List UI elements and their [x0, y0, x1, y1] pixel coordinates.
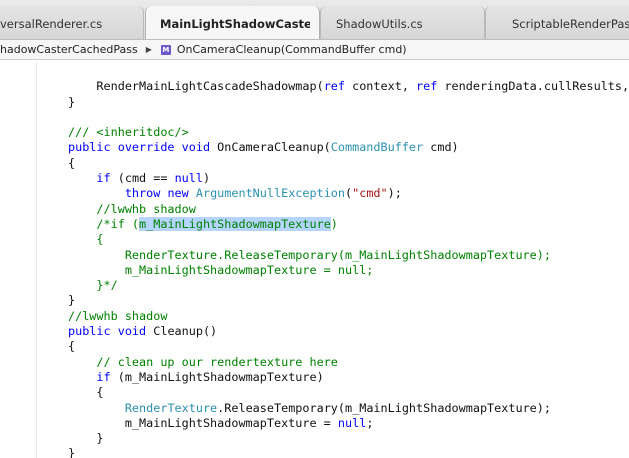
gutter-divider [36, 61, 37, 458]
code-line[interactable]: public override void OnCameraCleanup(Com… [68, 140, 629, 155]
code-token: Cleanup() [146, 324, 218, 339]
code-token: /*if ( [68, 216, 140, 231]
code-line[interactable]: RenderTexture.ReleaseTemporary(m_MainLig… [68, 248, 629, 263]
code-line[interactable]: //lwwhb shadow [68, 309, 629, 324]
code-line[interactable]: throw new ArgumentNullException("cmd"); [68, 186, 629, 201]
code-line[interactable]: if (m_MainLightShadowmapTexture) [68, 370, 629, 385]
code-token: } [68, 446, 76, 458]
code-token: // clean up our rendertexture here [68, 354, 338, 369]
code-line[interactable]: RenderMainLightCascadeShadowmap(ref cont… [68, 79, 629, 94]
code-token: RenderTexture.ReleaseTemporary(m_MainLig… [68, 247, 551, 262]
code-line[interactable]: /*if (m_MainLightShadowmapTexture) [68, 216, 629, 232]
code-token: public override void [68, 140, 211, 155]
tab-shadow-utils[interactable]: ShadowUtils.cs [336, 8, 476, 39]
code-token: { [68, 232, 104, 247]
code-line[interactable]: // clean up our rendertexture here [68, 355, 629, 370]
chevron-right-icon: ▶ [145, 45, 152, 54]
code-token: if [96, 171, 111, 186]
code-line[interactable] [68, 110, 629, 125]
tab-label: ShadowUtils.cs [336, 17, 423, 31]
code-token: RenderMainLightCascadeShadowmap( [68, 79, 324, 94]
code-token: ref [323, 79, 345, 94]
code-token: } [68, 431, 104, 446]
code-token: (m_MainLightShadowmapTexture) [110, 369, 324, 384]
code-token: ArgumentNullException [195, 186, 346, 201]
code-line[interactable]: { [68, 339, 629, 354]
code-line[interactable]: }*/ [68, 278, 629, 293]
code-line[interactable]: if (cmd == null) [68, 171, 629, 186]
code-token: public void [68, 324, 147, 339]
code-token: } [68, 293, 76, 308]
code-token: { [68, 385, 104, 400]
code-text[interactable]: RenderMainLightCascadeShadowmap(ref cont… [68, 64, 629, 458]
code-token: { [68, 339, 76, 354]
code-line[interactable]: /// <inheritdoc/> [68, 125, 629, 140]
code-token: m_MainLightShadowmapTexture = null; [68, 262, 374, 277]
code-token: { [68, 155, 76, 170]
code-token: ; [366, 415, 374, 430]
code-token: OnCameraCleanup( [210, 140, 331, 155]
code-token: .ReleaseTemporary(m_MainLightShadowmapTe… [217, 400, 551, 415]
code-line[interactable]: public void Cleanup() [68, 324, 629, 339]
code-token: RenderTexture [124, 400, 218, 415]
code-token: }*/ [68, 278, 118, 293]
code-token: ) [202, 171, 211, 186]
editor-tab-bar: versalRenderer.cs MainLightShadowCasterC… [0, 0, 629, 40]
code-token: } [68, 94, 76, 109]
code-line[interactable]: } [68, 431, 629, 446]
code-line[interactable]: { [68, 385, 629, 400]
tab-scriptable-render-pass[interactable]: ScriptableRenderPass. [512, 8, 629, 39]
code-token: ) [330, 216, 338, 231]
code-line[interactable]: m_MainLightShadowmapTexture = null; [68, 263, 629, 278]
tab-universal-renderer[interactable]: versalRenderer.cs [0, 8, 140, 39]
code-token: if [96, 369, 111, 384]
breadcrumb-method[interactable]: OnCameraCleanup(CommandBuffer cmd) [177, 43, 407, 56]
code-token: cmd) [423, 140, 459, 155]
selected-text: m_MainLightShadowmapTexture [139, 216, 331, 231]
method-icon: M [160, 44, 171, 55]
code-token: throw new [124, 186, 189, 201]
code-editor[interactable]: RenderMainLightCascadeShadowmap(ref cont… [0, 61, 629, 458]
code-token: "cmd" [352, 186, 388, 201]
code-token: null [337, 415, 367, 430]
code-token: ); [387, 186, 402, 201]
tab-label: MainLightShadowCasterCach [160, 17, 310, 31]
tab-main-light-shadow-caster[interactable]: MainLightShadowCasterCach ✕ [160, 8, 310, 39]
code-token: (cmd == [110, 171, 175, 186]
code-token: context, [345, 79, 417, 94]
code-token: //lwwhb shadow [68, 201, 196, 216]
code-line[interactable]: //lwwhb shadow [68, 202, 629, 217]
code-line[interactable]: } [68, 95, 629, 110]
code-line[interactable]: m_MainLightShadowmapTexture = null; [68, 416, 629, 431]
code-token: //lwwhb shadow [68, 308, 168, 323]
code-token: CommandBuffer [330, 140, 424, 155]
code-token: m_MainLightShadowmapTexture = [68, 415, 338, 430]
code-token: renderingData.cullResults, r [437, 79, 629, 94]
tab-label: versalRenderer.cs [0, 17, 103, 31]
breadcrumb-class[interactable]: hadowCasterCachedPass [0, 43, 138, 56]
code-line[interactable]: } [68, 293, 629, 308]
code-line[interactable]: { [68, 156, 629, 171]
breadcrumb: hadowCasterCachedPass ▶ M OnCameraCleanu… [0, 40, 629, 60]
code-line[interactable]: { [68, 232, 629, 247]
tab-label: ScriptableRenderPass. [512, 17, 629, 31]
code-token: ref [416, 79, 438, 94]
code-line[interactable]: } [68, 446, 629, 458]
code-token: /// <inheritdoc/> [68, 125, 189, 140]
code-token: null [174, 171, 203, 186]
code-line[interactable]: RenderTexture.ReleaseTemporary(m_MainLig… [68, 401, 629, 416]
code-line[interactable] [68, 64, 629, 79]
